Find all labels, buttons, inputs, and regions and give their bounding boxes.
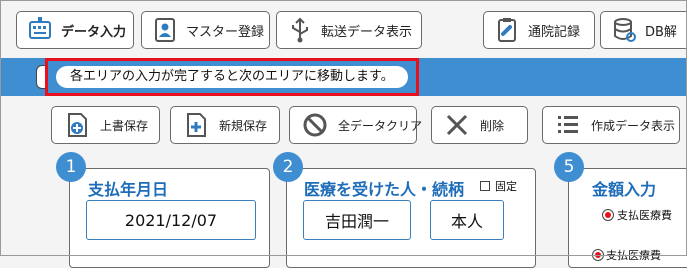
window-frame [0,0,687,256]
